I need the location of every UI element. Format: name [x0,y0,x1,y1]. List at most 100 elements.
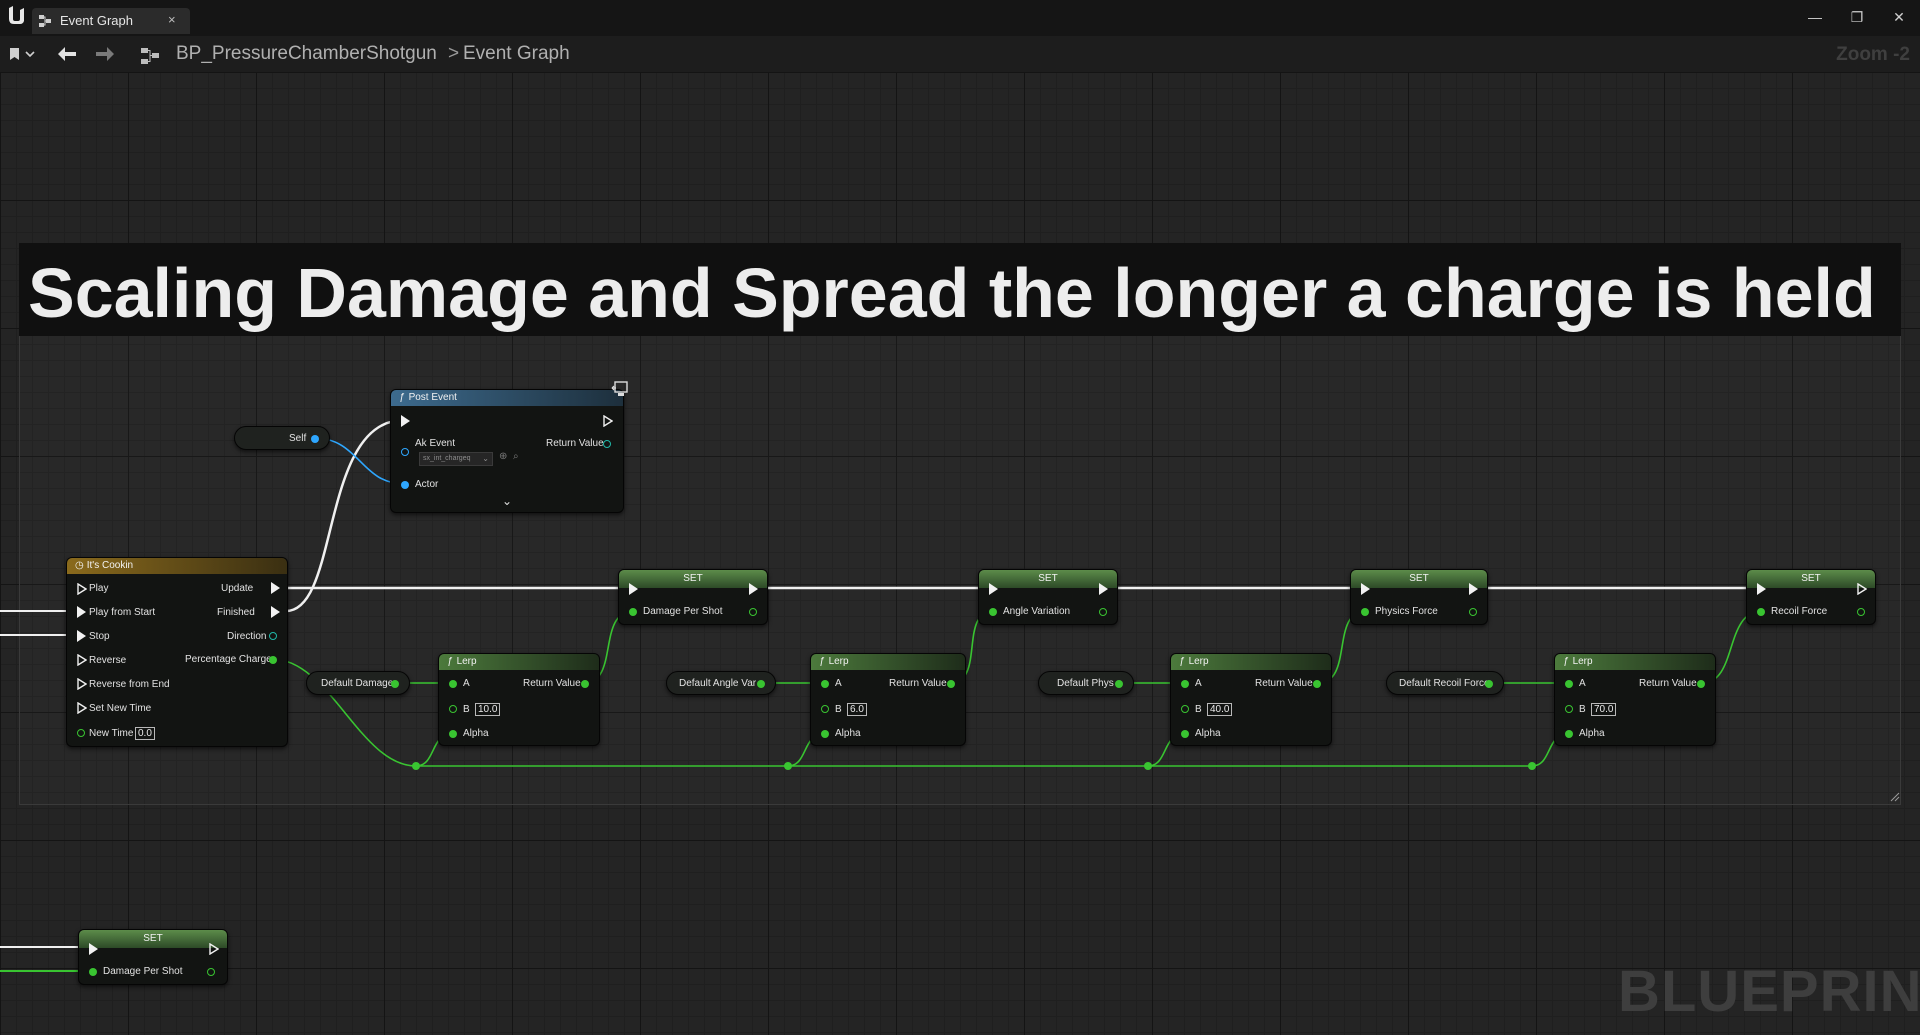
set-recoil-force-node[interactable]: SET Recoil Force [1746,569,1876,625]
value-out-pin[interactable] [749,608,757,616]
return-value-pin[interactable] [1697,680,1705,688]
exec-out-pin[interactable] [603,415,613,427]
default-damage-node[interactable]: Default Damage [306,671,410,695]
actor-pin[interactable] [401,481,409,489]
default-output-pin[interactable] [757,680,765,688]
browse-icon[interactable]: ⊕ [499,451,507,462]
lerp-node[interactable]: ƒ Lerp A Return Value B 10.0 Alpha [438,653,600,746]
lerp-node[interactable]: ƒ Lerp A Return Value B 70.0 Alpha [1554,653,1716,746]
tab-event-graph[interactable]: Event Graph × [32,8,190,34]
finished-pin[interactable] [271,606,280,618]
ak-event-dropdown[interactable]: sx_int_chargeq ⌄ [419,452,493,466]
return-value-pin[interactable] [947,680,955,688]
value-in-pin[interactable] [629,608,637,616]
comment-header[interactable]: Scaling Damage and Spread the longer a c… [19,243,1901,336]
minimize-button[interactable]: — [1800,6,1830,28]
alpha-pin[interactable] [1181,730,1189,738]
exec-out-pin[interactable] [1857,583,1867,595]
value-out-pin[interactable] [1099,608,1107,616]
value-in-pin[interactable] [89,968,97,976]
default-recoil-force-node[interactable]: Default Recoil Force [1386,671,1504,695]
b-pin[interactable] [449,705,457,713]
unreal-engine-logo-icon[interactable] [4,4,28,30]
exec-in-pin[interactable] [401,415,410,427]
update-pin[interactable] [271,582,280,594]
value-in-pin[interactable] [989,608,997,616]
return-value-pin[interactable] [603,440,611,448]
search-icon[interactable]: ⌕ [513,451,519,462]
lerp-node[interactable]: ƒ Lerp A Return Value B 6.0 Alpha [810,653,966,746]
a-pin[interactable] [1565,680,1573,688]
lerp-node[interactable]: ƒ Lerp A Return Value B 40.0 Alpha [1170,653,1332,746]
stop-pin[interactable] [77,630,86,642]
play-pin[interactable] [77,583,87,595]
set-new-time-pin[interactable] [77,702,87,714]
set-variable-label: Damage Per Shot [103,966,183,977]
default-output-pin[interactable] [1115,680,1123,688]
expand-chevron-icon[interactable]: ⌄ [502,494,512,508]
exec-in-pin[interactable] [1361,583,1370,595]
self-output-pin[interactable] [311,435,319,443]
new-time-input[interactable]: 0.0 [135,727,155,740]
play-from-start-pin[interactable] [77,606,86,618]
lerp-title: Lerp [1188,656,1209,667]
set-variable-label: Physics Force [1375,606,1438,617]
direction-pin[interactable] [269,632,277,640]
b-pin[interactable] [1565,705,1573,713]
a-pin[interactable] [449,680,457,688]
return-value-pin[interactable] [1313,680,1321,688]
value-out-pin[interactable] [207,968,215,976]
exec-in-pin[interactable] [89,943,98,955]
b-value-input[interactable]: 40.0 [1207,703,1233,716]
a-pin[interactable] [1181,680,1189,688]
close-window-button[interactable]: ✕ [1884,6,1914,28]
resize-grip-icon[interactable] [1890,792,1900,802]
b-pin[interactable] [1181,705,1189,713]
set-angle-variation-node[interactable]: SET Angle Variation [978,569,1118,625]
alpha-pin[interactable] [449,730,457,738]
new-time-pin[interactable] [77,729,85,737]
b-value-input[interactable]: 6.0 [847,703,867,716]
set-damage-per-shot-node-bottom[interactable]: SET Damage Per Shot [78,929,228,985]
alpha-pin[interactable] [1565,730,1573,738]
default-output-pin[interactable] [1485,680,1493,688]
b-pin[interactable] [821,705,829,713]
self-reference-node[interactable]: Self [234,426,330,450]
breadcrumb-blueprint[interactable]: BP_PressureChamberShotgun [176,42,437,66]
alpha-label: Alpha [835,728,861,739]
default-angle-var-node[interactable]: Default Angle Var [666,671,776,695]
value-out-pin[interactable] [1469,608,1477,616]
percentage-charge-pin[interactable] [269,656,277,664]
timeline-node[interactable]: ◷ It's Cookin Play Play from Start Stop R… [66,557,288,747]
alpha-pin[interactable] [821,730,829,738]
b-value-input[interactable]: 70.0 [1591,703,1617,716]
value-in-pin[interactable] [1361,608,1369,616]
exec-out-pin[interactable] [209,943,219,955]
value-out-pin[interactable] [1857,608,1865,616]
exec-out-pin[interactable] [749,583,758,595]
breadcrumb-graph[interactable]: Event Graph [463,42,570,66]
reverse-from-end-pin[interactable] [77,678,87,690]
ak-event-pin[interactable] [401,448,409,456]
reverse-pin[interactable] [77,654,87,666]
maximize-button[interactable]: ❐ [1842,6,1872,28]
b-value-input[interactable]: 10.0 [475,703,501,716]
return-value-pin[interactable] [581,680,589,688]
exec-out-pin[interactable] [1099,583,1108,595]
default-phys-node[interactable]: Default Phys [1038,671,1134,695]
return-value-label: Return Value [523,678,581,689]
exec-in-pin[interactable] [1757,583,1766,595]
forward-button[interactable] [92,42,118,66]
exec-in-pin[interactable] [989,583,998,595]
default-output-pin[interactable] [391,680,399,688]
tab-close-button[interactable]: × [168,12,176,27]
back-button[interactable] [54,42,80,66]
bookmark-dropdown-button[interactable] [6,42,40,66]
set-damage-per-shot-node[interactable]: SET Damage Per Shot [618,569,768,625]
exec-out-pin[interactable] [1469,583,1478,595]
a-pin[interactable] [821,680,829,688]
set-physics-force-node[interactable]: SET Physics Force [1350,569,1488,625]
post-event-node[interactable]: ƒ Post Event Ak Event sx_int_chargeq ⌄ ⊕ … [390,381,628,513]
value-in-pin[interactable] [1757,608,1765,616]
exec-in-pin[interactable] [629,583,638,595]
